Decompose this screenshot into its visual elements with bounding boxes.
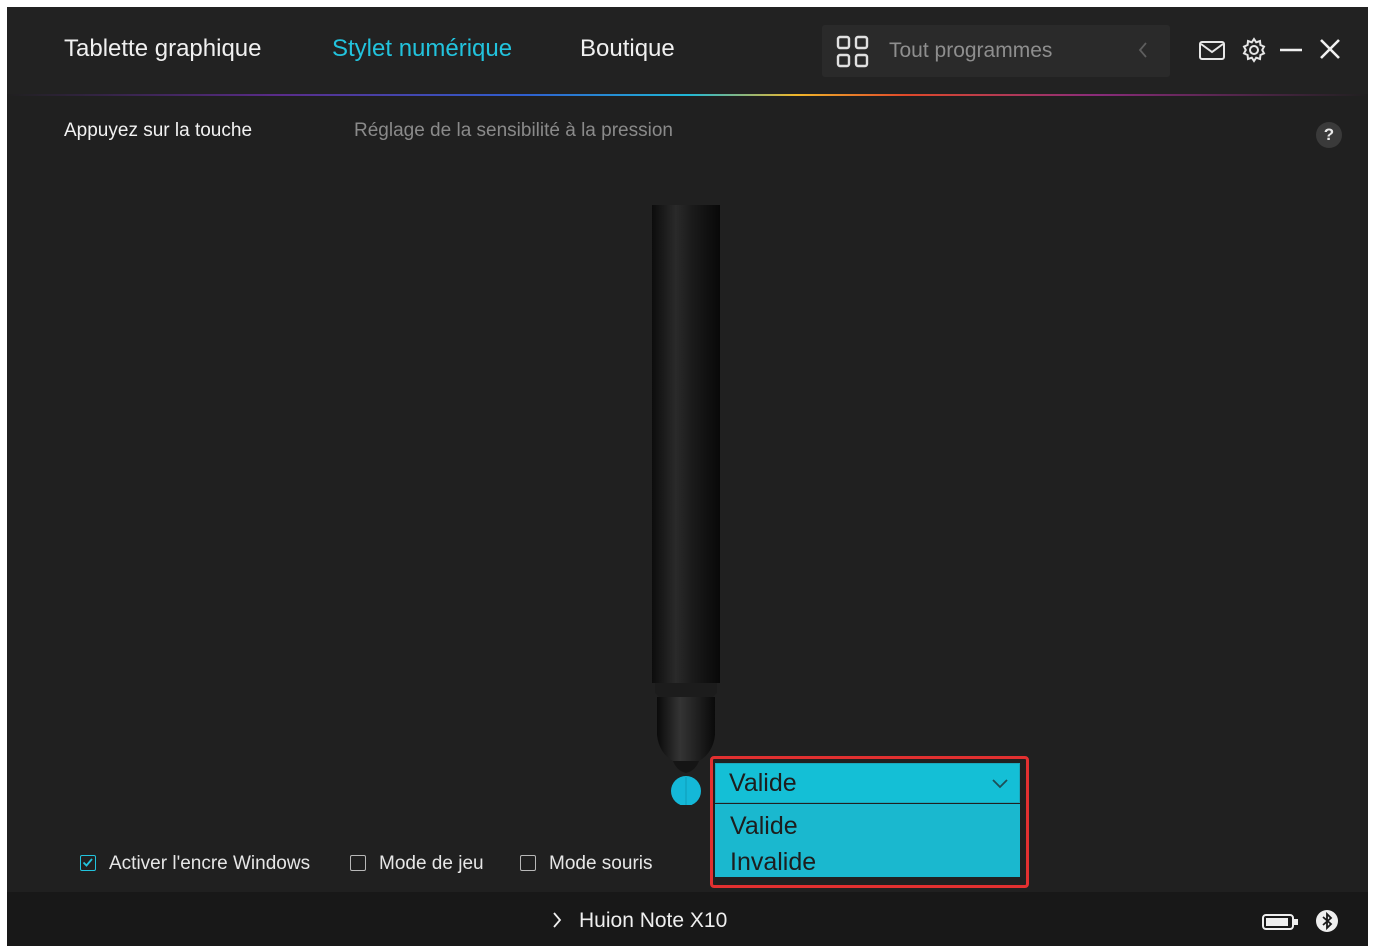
app-window: Tablette graphique Stylet numérique Bout… [7, 7, 1368, 946]
checkbox-label[interactable]: Mode souris [549, 853, 653, 875]
check-icon [82, 858, 93, 867]
option-valide[interactable]: Valide [730, 812, 798, 841]
option-invalide[interactable]: Invalide [730, 848, 816, 877]
subtab-appuyez-sur-la-touche[interactable]: Appuyez sur la touche [64, 120, 252, 142]
close-icon[interactable] [1318, 37, 1342, 61]
tab-tablette-graphique[interactable]: Tablette graphique [64, 35, 261, 63]
checkbox-label[interactable]: Mode de jeu [379, 853, 484, 875]
tab-stylet-numerique[interactable]: Stylet numérique [332, 35, 512, 63]
bluetooth-icon [1316, 910, 1338, 932]
checkbox-label[interactable]: Activer l'encre Windows [109, 853, 310, 875]
select-value[interactable]: Valide [729, 769, 797, 798]
search-placeholder[interactable]: Tout programmes [889, 39, 1052, 63]
chevron-left-icon[interactable] [1136, 38, 1150, 62]
device-selector[interactable]: Huion Note X10 [551, 909, 727, 933]
stylus-illustration [652, 205, 720, 805]
mail-icon[interactable] [1198, 40, 1226, 62]
header: Tablette graphique Stylet numérique Bout… [7, 7, 1368, 95]
minimize-icon[interactable] [1279, 37, 1303, 63]
device-name[interactable]: Huion Note X10 [579, 909, 727, 932]
pen-tip-select[interactable]: Valide [715, 763, 1020, 803]
checkbox-box[interactable] [80, 855, 96, 871]
pen-tip-options: Valide Invalide [715, 804, 1020, 877]
battery-icon [1262, 914, 1298, 930]
header-divider [7, 94, 1368, 96]
chevron-right-icon[interactable] [551, 911, 563, 929]
help-icon[interactable]: ? [1316, 122, 1342, 148]
program-search[interactable]: Tout programmes [822, 25, 1170, 77]
checkbox-box[interactable] [520, 855, 536, 871]
device-bar: Huion Note X10 [7, 892, 1368, 946]
subtab-sensibilite-pression[interactable]: Réglage de la sensibilité à la pression [354, 120, 673, 142]
gear-icon[interactable] [1241, 37, 1267, 63]
apps-grid-icon[interactable] [836, 35, 870, 69]
chevron-down-icon[interactable] [991, 774, 1009, 792]
checkbox-box[interactable] [350, 855, 366, 871]
tab-boutique[interactable]: Boutique [580, 35, 675, 63]
